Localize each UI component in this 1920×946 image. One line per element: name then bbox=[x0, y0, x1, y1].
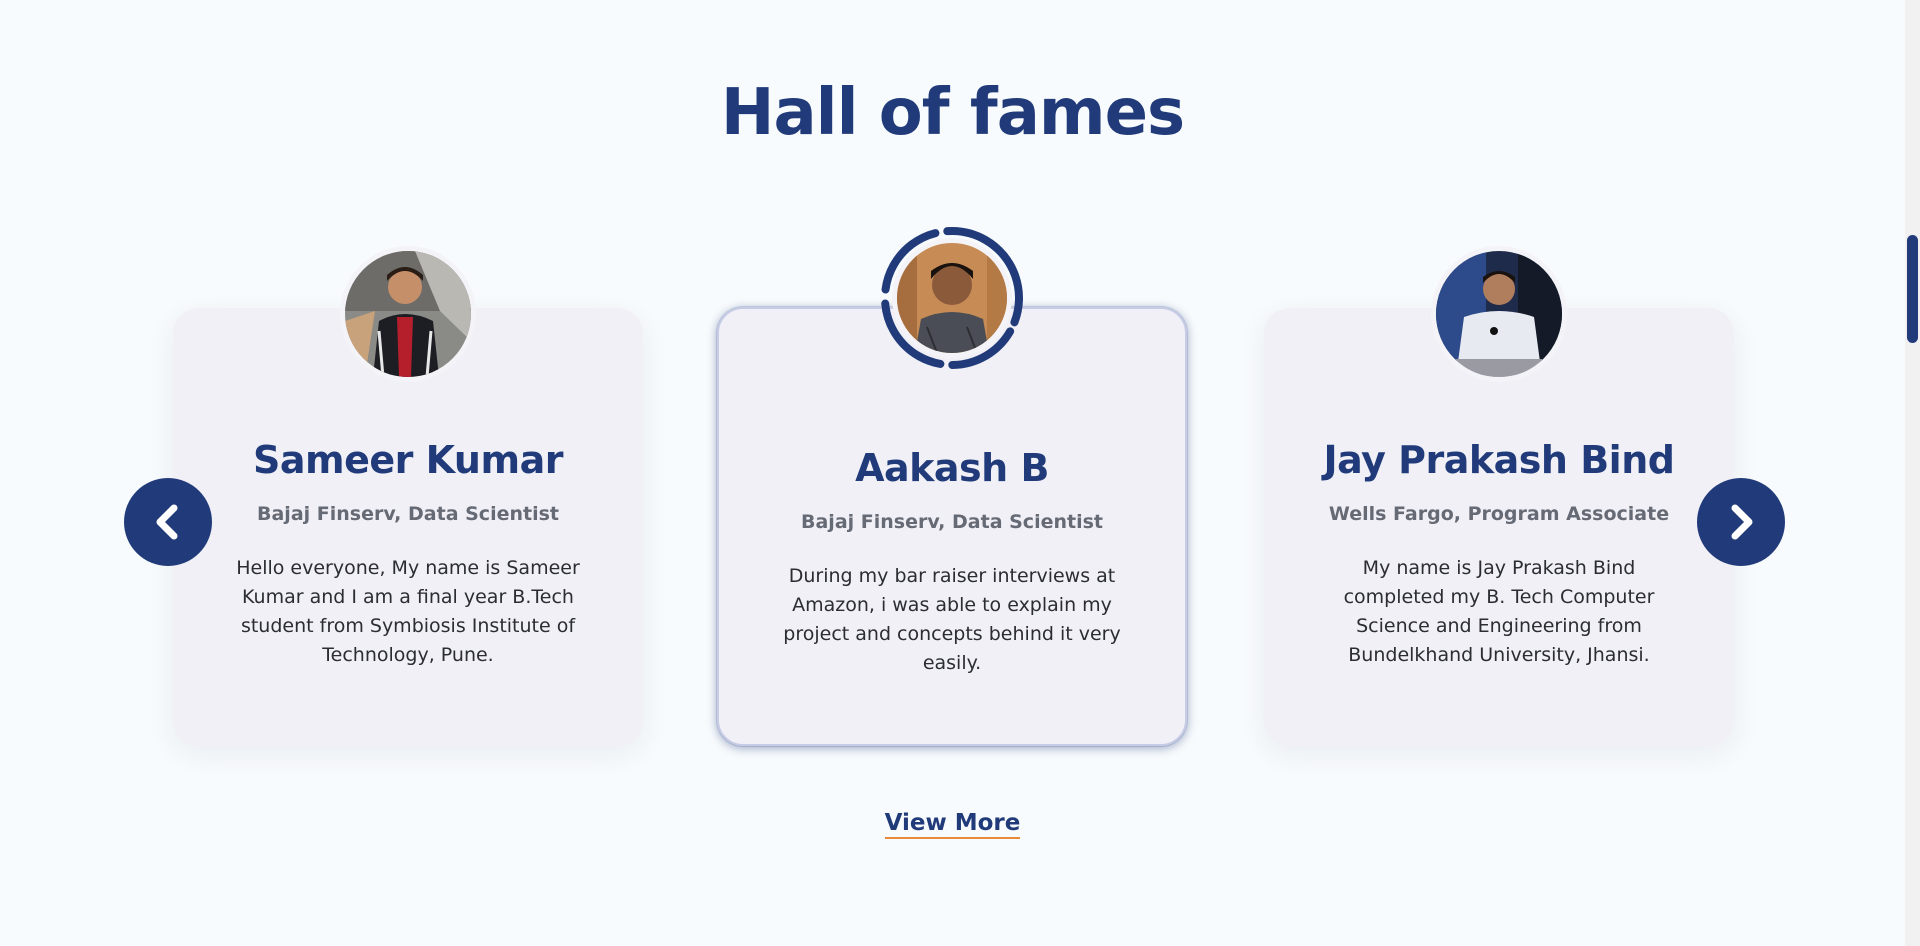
carousel-prev-button[interactable] bbox=[124, 478, 212, 566]
avatar-photo bbox=[345, 251, 471, 377]
hall-of-fame-section: Hall of fames Sameer Kumar Bajaj Finserv… bbox=[0, 0, 1920, 946]
testimonial-text: During my bar raiser interviews at Amazo… bbox=[783, 565, 1121, 674]
chevron-left-icon bbox=[156, 504, 178, 540]
testimonial-text: Hello everyone, My name is Sameer Kumar … bbox=[236, 557, 580, 666]
person-role: Bajaj Finserv, Data Scientist bbox=[801, 511, 1103, 533]
testimonial-card: Jay Prakash Bind Wells Fargo, Program As… bbox=[1264, 246, 1734, 746]
avatar bbox=[877, 223, 1027, 373]
person-name: Aakash B bbox=[855, 446, 1049, 490]
testimonial-card-active: Aakash B Bajaj Finserv, Data Scientist D… bbox=[717, 227, 1187, 746]
testimonial-text: My name is Jay Prakash Bind completed my… bbox=[1343, 557, 1655, 666]
view-more-container: View More bbox=[0, 810, 1905, 839]
view-more-link[interactable]: View More bbox=[884, 810, 1021, 839]
testimonial-card: Sameer Kumar Bajaj Finserv, Data Scienti… bbox=[173, 246, 643, 746]
carousel-next-button[interactable] bbox=[1697, 478, 1785, 566]
person-name: Jay Prakash Bind bbox=[1323, 438, 1675, 482]
person-role: Wells Fargo, Program Associate bbox=[1328, 503, 1670, 525]
avatar-photo bbox=[897, 243, 1007, 353]
person-role: Bajaj Finserv, Data Scientist bbox=[257, 503, 559, 525]
avatar-photo bbox=[1436, 251, 1562, 377]
avatar bbox=[1431, 246, 1567, 382]
scrollbar[interactable] bbox=[1905, 0, 1920, 946]
scrollbar-thumb[interactable] bbox=[1907, 235, 1918, 343]
section-title: Hall of fames bbox=[720, 76, 1185, 150]
person-name: Sameer Kumar bbox=[253, 438, 563, 482]
avatar bbox=[340, 246, 476, 382]
chevron-right-icon bbox=[1731, 504, 1753, 540]
